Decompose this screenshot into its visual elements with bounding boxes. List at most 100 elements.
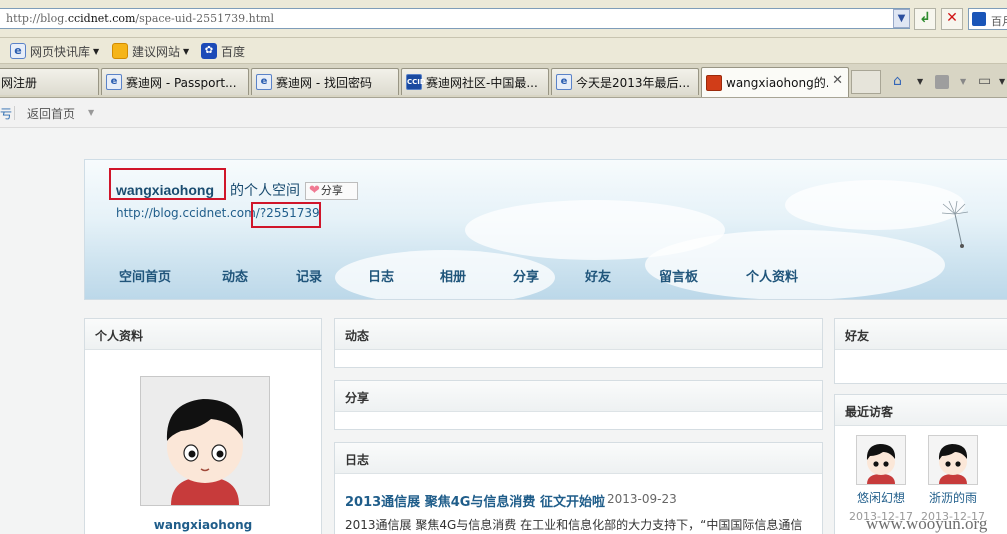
favorites-item-label: 百度 [221, 44, 246, 59]
avatar[interactable] [140, 376, 270, 506]
nav-space-home[interactable]: 空间首页 [119, 266, 171, 285]
share-label: 分享 [320, 184, 343, 197]
favorites-bar: e 网页快讯库 ▼ 建议网站 ▼ ✿ 百度 [0, 38, 1007, 64]
blog-entry-date: 2013-09-23 [607, 492, 677, 506]
ie-page-icon: e [256, 74, 272, 90]
tab-label: wangxiaohong的... [726, 76, 828, 90]
tab-passport[interactable]: e 赛迪网 - Passport... [101, 68, 249, 95]
tab-community[interactable]: CCID 赛迪网社区-中国最... [401, 68, 549, 95]
avatar[interactable] [928, 435, 978, 485]
blog-entry-title[interactable]: 2013通信展 聚焦4G与信息消费 征文开始啦 [345, 491, 605, 510]
nav-album[interactable]: 相册 [440, 266, 466, 285]
feed-panel: 动态 [334, 318, 823, 368]
stop-button[interactable]: ✕ [941, 8, 963, 30]
tab-label: 赛迪网 - Passport... [126, 75, 237, 90]
nav-guestbook[interactable]: 留言板 [659, 266, 698, 285]
visitors-panel: 最近访客 悠闲幻想 2013-12-17 浙沥的雨 2013-12-17 [834, 394, 1007, 534]
suggested-sites-icon [112, 43, 128, 59]
ccidnet-icon: CCID [406, 74, 426, 90]
tab-label: 赛迪网 - 找回密码 [276, 75, 372, 90]
site-toolbar: 亏 返回首页 ▼ [0, 98, 1007, 128]
watermark: www.wooyun.org [866, 514, 988, 533]
chevron-down-icon[interactable]: ▼ [999, 77, 1005, 86]
highlight-box-uid [251, 202, 321, 228]
favorites-item-label: 建议网站 [132, 44, 181, 59]
tab-strip: 网注册 e 赛迪网 - Passport... e 赛迪网 - 找回密码 CCI… [0, 64, 1007, 98]
friends-panel: 好友 [834, 318, 1007, 384]
tab-current-space[interactable]: wangxiaohong的... ✕ [701, 67, 849, 97]
ie-icon: e [10, 43, 26, 59]
baidu-search-icon [972, 12, 986, 26]
favorites-item-suggested-sites[interactable]: 建议网站 ▼ [112, 42, 189, 60]
ie-page-icon: e [106, 74, 122, 90]
chevron-down-icon: ▼ [93, 46, 100, 56]
visitor-item[interactable]: 浙沥的雨 2013-12-17 [917, 435, 989, 523]
address-dropdown-button[interactable]: ▼ [893, 9, 910, 28]
print-icon[interactable]: ▭ [978, 73, 991, 89]
search-input[interactable]: 百月 [968, 8, 1007, 30]
profile-panel-title: 个人资料 [85, 319, 321, 350]
cartoon-avatar-icon [938, 444, 968, 484]
profile-username[interactable]: wangxiaohong [85, 518, 321, 532]
nav-friends[interactable]: 好友 [585, 266, 611, 285]
share-panel: 分享 [334, 380, 823, 430]
tab-label: 赛迪网社区-中国最... [426, 75, 538, 90]
address-bar-row: http://blog.ccidnet.com/space-uid-255173… [0, 0, 1007, 38]
highlight-box-owner [109, 168, 226, 200]
nav-records[interactable]: 记录 [296, 266, 322, 285]
share-panel-title: 分享 [335, 381, 822, 412]
address-url: http://blog.ccidnet.com/space-uid-255173… [6, 12, 275, 25]
chevron-down-icon[interactable]: ▼ [917, 77, 923, 86]
visitor-name[interactable]: 悠闲幻想 [845, 489, 917, 506]
share-button[interactable]: ❤分享 [305, 182, 358, 200]
banner-cloud [645, 230, 945, 299]
blog-panel-title: 日志 [335, 443, 822, 474]
favorites-item-web-slices[interactable]: e 网页快讯库 ▼ [10, 42, 99, 60]
nav-blog[interactable]: 日志 [368, 266, 394, 285]
tab-label: 网注册 [1, 75, 38, 90]
nav-profile[interactable]: 个人资料 [746, 266, 798, 285]
cartoon-avatar-icon [866, 444, 896, 484]
rss-icon[interactable] [935, 75, 949, 89]
visitors-panel-title: 最近访客 [835, 395, 1007, 426]
avatar[interactable] [856, 435, 906, 485]
favorites-item-label: 网页快讯库 [30, 44, 91, 59]
profile-panel: 个人资料 wangxiaohong [84, 318, 322, 534]
nav-feed[interactable]: 动态 [222, 266, 248, 285]
space-nav: 空间首页 动态 记录 日志 相册 分享 好友 留言板 个人资料 [85, 266, 985, 288]
nav-share[interactable]: 分享 [513, 266, 539, 285]
refresh-button[interactable]: ↲ [914, 8, 936, 30]
address-input[interactable]: http://blog.ccidnet.com/space-uid-255173… [0, 8, 910, 29]
search-provider-label: 百月 [991, 15, 1007, 28]
dandelion-seed-icon [941, 200, 969, 248]
back-home-link[interactable]: 返回首页 [27, 105, 75, 122]
heart-icon: ❤ [309, 183, 320, 198]
baidu-paw-icon: ✿ [201, 43, 217, 59]
site-favicon [706, 74, 722, 91]
toolbar-divider [14, 106, 15, 120]
friends-panel-title: 好友 [835, 319, 1007, 350]
tab-find-password[interactable]: e 赛迪网 - 找回密码 [251, 68, 399, 95]
tab-register[interactable]: 网注册 [0, 68, 99, 95]
space-banner: wangxiaohong 的个人空间 ❤分享 http://blog.ccidn… [84, 159, 1007, 300]
ie-page-icon: e [556, 74, 572, 90]
chevron-down-icon: ▼ [183, 46, 190, 56]
blog-entry-excerpt: 2013通信展 聚焦4G与信息消费 在工业和信息化部的大力支持下，“中国国际信息… [345, 518, 803, 532]
favorites-item-baidu[interactable]: ✿ 百度 [201, 42, 245, 60]
visitor-name[interactable]: 浙沥的雨 [917, 489, 989, 506]
space-title: 的个人空间 [230, 183, 300, 199]
banner-cloud [785, 180, 965, 230]
home-icon[interactable]: ⌂ [893, 73, 902, 89]
chevron-down-icon[interactable]: ▼ [960, 77, 966, 86]
page-content: wangxiaohong 的个人空间 ❤分享 http://blog.ccidn… [0, 128, 1007, 534]
blog-panel: 日志 2013通信展 聚焦4G与信息消费 征文开始啦 2013-09-23 20… [334, 442, 823, 534]
new-tab-button[interactable] [851, 70, 881, 94]
visitor-item[interactable]: 悠闲幻想 2013-12-17 [845, 435, 917, 523]
tab-today[interactable]: e 今天是2013年最后... [551, 68, 699, 95]
cartoon-avatar-icon [141, 377, 269, 505]
feed-panel-title: 动态 [335, 319, 822, 350]
toolbar-cut-label[interactable]: 亏 [0, 105, 12, 122]
chevron-down-icon[interactable]: ▼ [88, 108, 94, 117]
tab-label: 今天是2013年最后... [576, 75, 690, 90]
close-icon[interactable]: ✕ [832, 73, 843, 88]
